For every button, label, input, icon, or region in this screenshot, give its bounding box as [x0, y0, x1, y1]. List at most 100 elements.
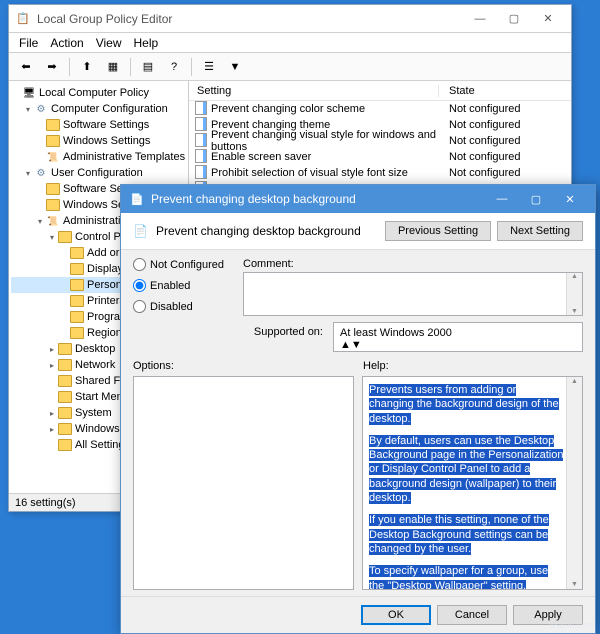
- dialog-titlebar[interactable]: 📄 Prevent changing desktop background — …: [121, 185, 595, 213]
- folder-icon: [69, 279, 85, 291]
- gear-icon: [33, 103, 49, 115]
- scroll-icon: [45, 151, 61, 163]
- policy-dialog: 📄 Prevent changing desktop background — …: [120, 184, 596, 634]
- expand-icon[interactable]: ▸: [47, 345, 57, 354]
- tree-item-label: Windows Settings: [63, 135, 150, 147]
- scroll-icon: [45, 215, 61, 227]
- expand-icon[interactable]: ▾: [47, 233, 57, 242]
- folder-icon: [57, 439, 73, 451]
- cancel-button[interactable]: Cancel: [437, 605, 507, 625]
- policy-icon: [195, 133, 207, 150]
- tree-item[interactable]: Local Computer Policy: [11, 85, 186, 101]
- tree-item-label: System: [75, 407, 112, 419]
- setting-row[interactable]: Prevent changing visual style for window…: [189, 133, 571, 149]
- setting-state: Not configured: [439, 103, 571, 115]
- expand-icon[interactable]: ▾: [23, 105, 33, 114]
- radio-disabled[interactable]: Disabled: [133, 300, 233, 313]
- options-pane[interactable]: [133, 376, 354, 590]
- col-setting[interactable]: Setting: [189, 85, 439, 97]
- radio-not-configured[interactable]: Not Configured: [133, 258, 233, 271]
- previous-setting-button[interactable]: Previous Setting: [385, 221, 491, 241]
- setting-state: Not configured: [439, 167, 571, 179]
- supported-on-value: At least Windows 2000▲▼: [333, 322, 583, 352]
- window-title: Local Group Policy Editor: [37, 12, 463, 26]
- filter-options-button[interactable]: ▼: [224, 56, 246, 78]
- setting-state: Not configured: [439, 119, 571, 131]
- tree-item-label: Software Settings: [63, 119, 149, 131]
- setting-row[interactable]: Prevent changing color schemeNot configu…: [189, 101, 571, 117]
- help-pane[interactable]: Prevents users from adding or changing t…: [362, 376, 583, 590]
- up-button[interactable]: ⬆: [76, 56, 98, 78]
- list-header[interactable]: Setting State: [189, 81, 571, 101]
- policy-icon: 📄: [129, 191, 145, 207]
- tree-item-label: Desktop: [75, 343, 115, 355]
- comment-textbox[interactable]: ▲▼: [243, 272, 583, 316]
- maximize-button[interactable]: ▢: [497, 8, 531, 30]
- gear-icon: [33, 167, 49, 179]
- menu-action[interactable]: Action: [50, 36, 83, 50]
- policy-icon: [195, 165, 207, 182]
- setting-name: Prohibit selection of visual style font …: [211, 167, 408, 179]
- export-button[interactable]: ▤: [137, 56, 159, 78]
- setting-row[interactable]: Enable screen saverNot configured: [189, 149, 571, 165]
- menu-view[interactable]: View: [96, 36, 122, 50]
- menu-file[interactable]: File: [19, 36, 38, 50]
- expand-icon[interactable]: ▾: [23, 169, 33, 178]
- help-button[interactable]: ?: [163, 56, 185, 78]
- ok-button[interactable]: OK: [361, 605, 431, 625]
- scrollbar[interactable]: ▲▼: [566, 273, 582, 315]
- folder-icon: [57, 343, 73, 355]
- radio-enabled[interactable]: Enabled: [133, 279, 233, 292]
- dialog-close-button[interactable]: ✕: [553, 188, 587, 210]
- folder-icon: [57, 359, 73, 371]
- dialog-minimize-button[interactable]: —: [485, 188, 519, 210]
- close-button[interactable]: ✕: [531, 8, 565, 30]
- show-hide-button[interactable]: ▦: [102, 56, 124, 78]
- scrollbar[interactable]: ▲▼: [566, 377, 582, 589]
- expand-icon[interactable]: ▸: [47, 425, 57, 434]
- col-state[interactable]: State: [439, 85, 571, 97]
- comment-label: Comment:: [243, 258, 583, 270]
- menubar: File Action View Help: [9, 33, 571, 53]
- help-p1: Prevents users from adding or changing t…: [369, 384, 559, 425]
- filter-button[interactable]: ☰: [198, 56, 220, 78]
- folder-icon: [69, 311, 85, 323]
- pc-icon: [21, 87, 37, 99]
- policy-name: Prevent changing desktop background: [156, 224, 361, 238]
- titlebar[interactable]: 📋 Local Group Policy Editor — ▢ ✕: [9, 5, 571, 33]
- setting-state: Not configured: [439, 135, 571, 147]
- dialog-maximize-button[interactable]: ▢: [519, 188, 553, 210]
- folder-icon: [45, 199, 61, 211]
- folder-icon: [45, 119, 61, 131]
- options-label: Options:: [133, 360, 353, 372]
- expand-icon[interactable]: ▸: [47, 361, 57, 370]
- menu-help[interactable]: Help: [134, 36, 159, 50]
- help-p2: By default, users can use the Desktop Ba…: [369, 435, 563, 504]
- help-label: Help:: [363, 360, 583, 372]
- tree-item-label: Administrative Templates: [63, 151, 185, 163]
- tree-item[interactable]: ▾User Configuration: [11, 165, 186, 181]
- policy-icon: [195, 149, 207, 166]
- back-button[interactable]: ⬅: [15, 56, 37, 78]
- folder-icon: [57, 375, 73, 387]
- tree-item[interactable]: Administrative Templates: [11, 149, 186, 165]
- next-setting-button[interactable]: Next Setting: [497, 221, 583, 241]
- tree-item-label: Network: [75, 359, 115, 371]
- expand-icon[interactable]: ▸: [47, 409, 57, 418]
- folder-icon: [45, 183, 61, 195]
- folder-icon: [57, 407, 73, 419]
- scrollbar[interactable]: ▲▼: [340, 339, 576, 351]
- tree-item[interactable]: Windows Settings: [11, 133, 186, 149]
- forward-button[interactable]: ➡: [41, 56, 63, 78]
- tree-item[interactable]: ▾ Computer Configuration: [11, 101, 186, 117]
- policy-icon: [195, 101, 207, 118]
- tree-item[interactable]: Software Settings: [11, 117, 186, 133]
- folder-icon: [69, 295, 85, 307]
- expand-icon[interactable]: ▾: [35, 217, 45, 226]
- folder-icon: [57, 231, 73, 243]
- minimize-button[interactable]: —: [463, 8, 497, 30]
- dialog-title: Prevent changing desktop background: [151, 192, 485, 206]
- tree-item-label: Computer Configuration: [51, 103, 168, 115]
- supported-on-label: Supported on:: [133, 322, 323, 338]
- setting-row[interactable]: Prohibit selection of visual style font …: [189, 165, 571, 181]
